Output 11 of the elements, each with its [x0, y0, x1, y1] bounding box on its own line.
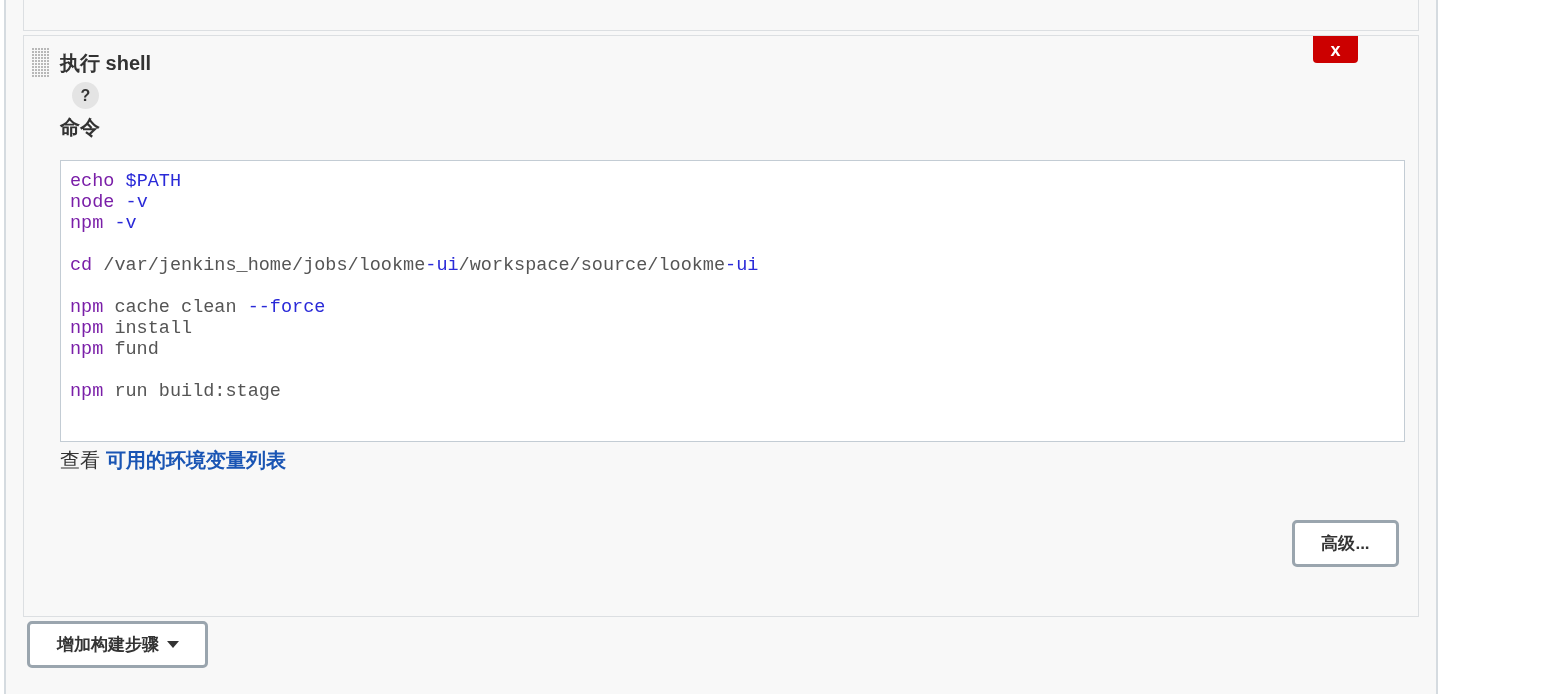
- field-label: 命令: [60, 115, 100, 140]
- step-title: 执行 shell: [60, 51, 152, 76]
- delete-button[interactable]: x: [1313, 36, 1358, 63]
- command-field[interactable]: echo $PATH node -v npm -v cd /var/jenkins_home/jobs/lookme-ui/workspace/source/lookme-ui npm cache clean --force npm install npm fund npm run build:stage: [60, 160, 1405, 442]
- help-icon[interactable]: ?: [72, 82, 99, 109]
- drag-handle-icon[interactable]: [32, 48, 50, 78]
- add-build-step-button[interactable]: 增加构建步骤: [27, 621, 208, 668]
- hint-text: 查看: [60, 448, 100, 473]
- advanced-button[interactable]: 高级...: [1292, 520, 1399, 567]
- caret-icon: [166, 641, 179, 648]
- env-vars-link[interactable]: 可用的环境变量列表: [106, 446, 286, 474]
